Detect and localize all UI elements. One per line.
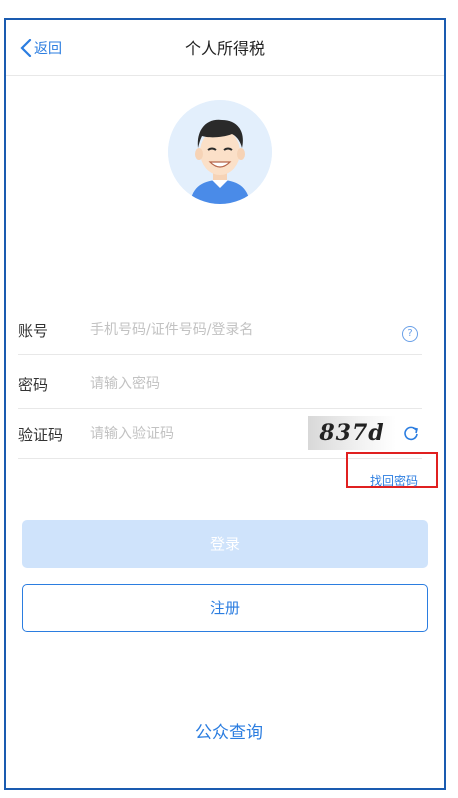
captcha-image[interactable]: 837d: [308, 416, 396, 450]
captcha-label: 验证码: [18, 426, 64, 444]
refresh-icon[interactable]: [402, 424, 420, 442]
avatar-icon: [168, 100, 272, 204]
account-input[interactable]: [88, 318, 352, 342]
register-button[interactable]: 注册: [22, 584, 428, 632]
public-query-link[interactable]: 公众查询: [0, 718, 458, 743]
password-label: 密码: [18, 376, 49, 394]
account-label: 账号: [18, 322, 49, 340]
forgot-password-link[interactable]: 找回密码: [370, 472, 418, 489]
account-row: 账号 ?: [18, 306, 422, 355]
login-button[interactable]: 登录: [22, 520, 428, 568]
captcha-input[interactable]: [88, 422, 292, 446]
password-row: 密码: [18, 360, 422, 409]
nav-bar: 返回 个人所得税: [6, 20, 444, 76]
help-icon[interactable]: ?: [402, 326, 418, 342]
avatar: [168, 100, 272, 204]
page-title: 个人所得税: [184, 39, 265, 58]
password-input[interactable]: [88, 372, 352, 396]
